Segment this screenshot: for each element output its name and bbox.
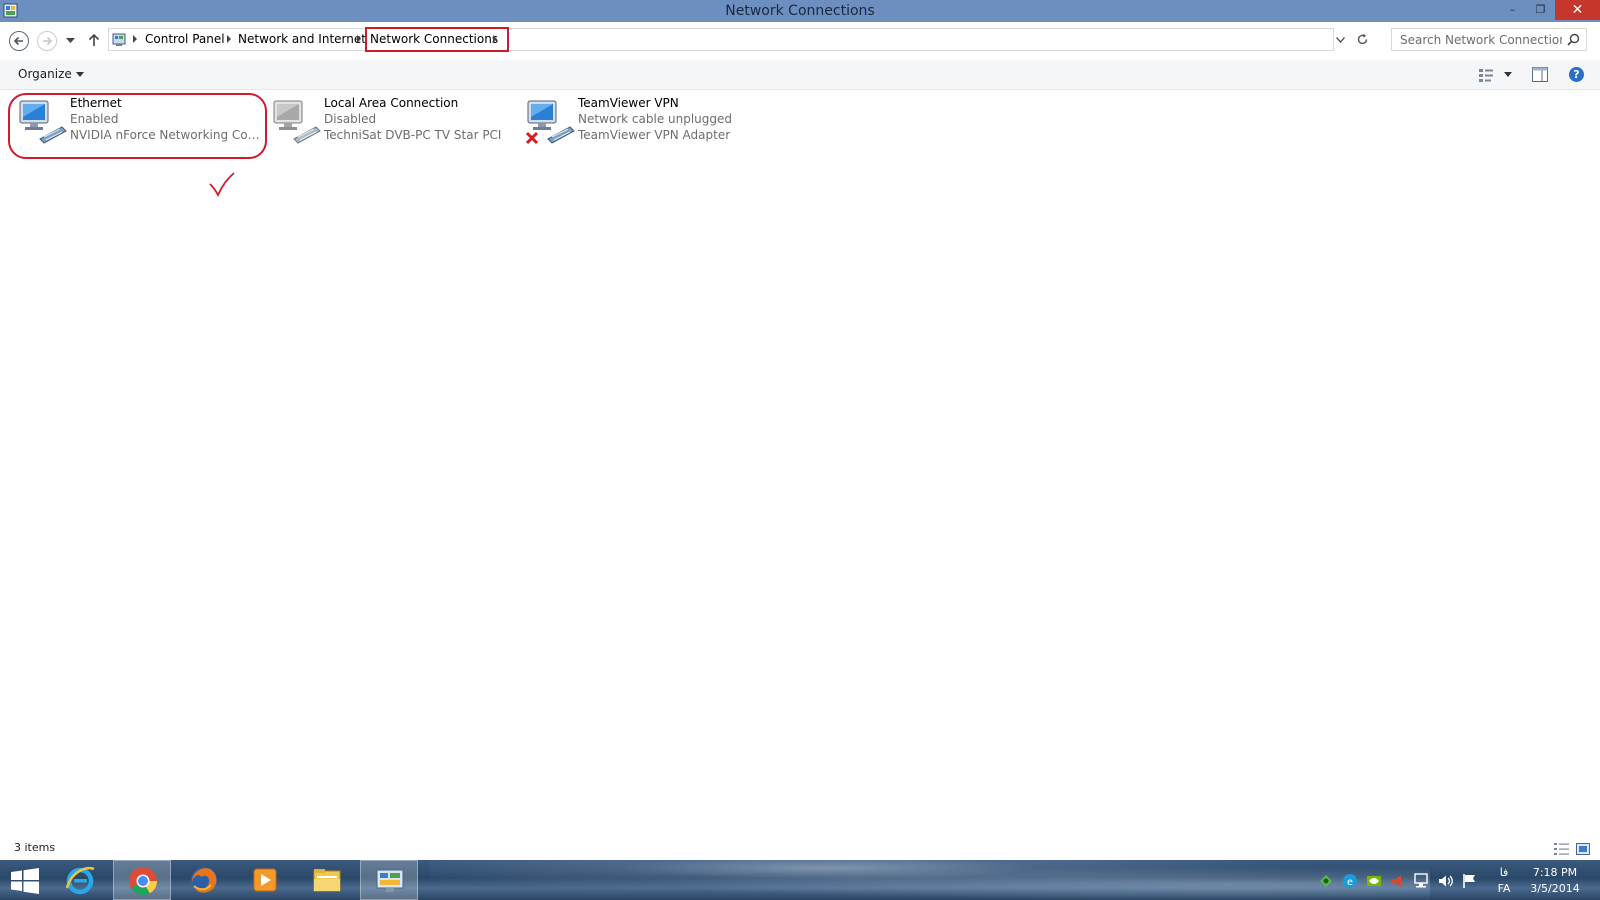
connection-status: Disabled [324, 112, 377, 126]
connection-item-local-area-connection[interactable]: Local Area Connection Disabled TechniSat… [272, 95, 522, 147]
preview-pane-icon[interactable] [1532, 67, 1548, 82]
search-input[interactable] [1392, 29, 1562, 50]
breadcrumb-control-panel[interactable]: Control Panel [145, 32, 225, 46]
svg-text:e: e [1347, 877, 1353, 888]
connection-item-teamviewer-vpn[interactable]: TeamViewer VPN Network cable unplugged T… [526, 95, 776, 147]
internet-explorer-icon [65, 866, 95, 895]
up-arrow-icon[interactable] [88, 33, 100, 47]
restore-button[interactable]: ❐ [1527, 0, 1554, 20]
recent-locations-chevron-icon[interactable] [66, 38, 75, 44]
taskbar-file-explorer[interactable] [298, 860, 356, 900]
breadcrumb-network-and-internet[interactable]: Network and Internet [238, 32, 366, 46]
item-count: 3 items [14, 841, 56, 854]
arrow-right-icon [43, 36, 53, 46]
taskbar-chrome[interactable] [113, 860, 171, 900]
connection-status: Network cable unplugged [578, 112, 733, 126]
command-bar: Organize ? [0, 60, 1600, 90]
forward-button[interactable] [37, 31, 57, 51]
language-script: فا [1499, 866, 1509, 879]
taskbar-clock[interactable]: 7:18 PM 3/5/2014 [1520, 865, 1590, 897]
taskbar-media-player[interactable] [236, 860, 294, 900]
status-bar: 3 items [0, 838, 1600, 860]
control-panel-icon [376, 869, 404, 892]
control-panel-icon [112, 33, 126, 46]
tray-nvidia-icon[interactable] [1366, 873, 1382, 889]
red-checkmark-annotation [209, 172, 235, 197]
tray-volume-icon[interactable] [1438, 873, 1454, 889]
clock-date: 3/5/2014 [1530, 882, 1580, 895]
search-icon[interactable] [1567, 33, 1580, 46]
breadcrumb-separator[interactable] [227, 35, 231, 43]
firefox-icon [191, 867, 217, 893]
back-button[interactable] [9, 31, 29, 51]
connection-item-ethernet[interactable]: Ethernet Enabled NVIDIA nForce Networkin… [18, 95, 268, 147]
connection-name: Ethernet [70, 96, 122, 110]
close-button[interactable]: ✕ [1555, 0, 1600, 20]
arrow-left-icon [13, 36, 23, 46]
help-button[interactable]: ? [1569, 67, 1584, 82]
taskbar-internet-explorer[interactable] [51, 860, 109, 900]
start-icon[interactable] [10, 868, 40, 894]
breadcrumb-separator[interactable] [357, 35, 361, 43]
window-title: Network Connections [725, 3, 875, 19]
breadcrumb-separator[interactable] [133, 35, 137, 43]
desktop-wallpaper [430, 860, 1430, 900]
details-view-icon[interactable] [1554, 843, 1569, 855]
connections-list: Ethernet Enabled NVIDIA nForce Networkin… [0, 91, 1600, 831]
taskbar: e فا FA 7:18 PM 3/5/2014 [0, 860, 1600, 900]
organize-label: Organize [18, 67, 72, 81]
chrome-icon [129, 867, 158, 896]
refresh-icon[interactable] [1356, 33, 1369, 46]
input-language-indicator[interactable]: فا FA [1495, 865, 1513, 897]
search-box[interactable] [1391, 28, 1587, 51]
tray-audio-driver-icon[interactable] [1390, 873, 1406, 889]
clock-time: 7:18 PM [1532, 866, 1578, 879]
tray-recycle-icon[interactable] [1318, 873, 1334, 889]
large-icons-view-icon[interactable] [1576, 843, 1590, 855]
network-adapter-unplugged-icon [526, 100, 575, 145]
taskbar-firefox[interactable] [175, 860, 233, 900]
connection-name: Local Area Connection [324, 96, 459, 110]
change-view-icon[interactable] [1478, 68, 1494, 82]
connection-adapter: TechniSat DVB-PC TV Star PCI [324, 128, 502, 142]
connection-adapter: TeamViewer VPN Adapter [578, 128, 731, 142]
connection-status: Enabled [70, 112, 119, 126]
connection-name: TeamViewer VPN [578, 96, 679, 110]
breadcrumb-separator[interactable] [493, 35, 497, 43]
connection-adapter: NVIDIA nForce Networking Contr... [70, 128, 265, 142]
media-player-icon [253, 868, 277, 892]
network-adapter-disabled-icon [273, 100, 321, 144]
breadcrumb-network-connections[interactable]: Network Connections [370, 32, 498, 46]
tray-network-icon[interactable] [1414, 873, 1430, 889]
organize-caret-icon [75, 72, 84, 77]
language-code: FA [1497, 882, 1511, 895]
organize-button[interactable]: Organize [18, 67, 84, 81]
minimize-button[interactable]: – [1499, 0, 1526, 20]
network-adapter-icon [19, 100, 67, 144]
navigation-bar: Control Panel Network and Internet Netwo… [0, 22, 1600, 60]
address-dropdown-chevron-icon[interactable] [1336, 37, 1345, 43]
tray-download-manager-icon[interactable]: e [1342, 873, 1358, 889]
tray-action-center-flag-icon[interactable] [1462, 873, 1478, 889]
file-explorer-icon [313, 869, 341, 892]
taskbar-control-panel[interactable] [360, 860, 418, 900]
address-bar[interactable]: Control Panel Network and Internet Netwo… [108, 27, 1345, 52]
title-bar: Network Connections – ❐ ✕ [0, 0, 1600, 22]
view-options-caret-icon[interactable] [1504, 72, 1512, 77]
